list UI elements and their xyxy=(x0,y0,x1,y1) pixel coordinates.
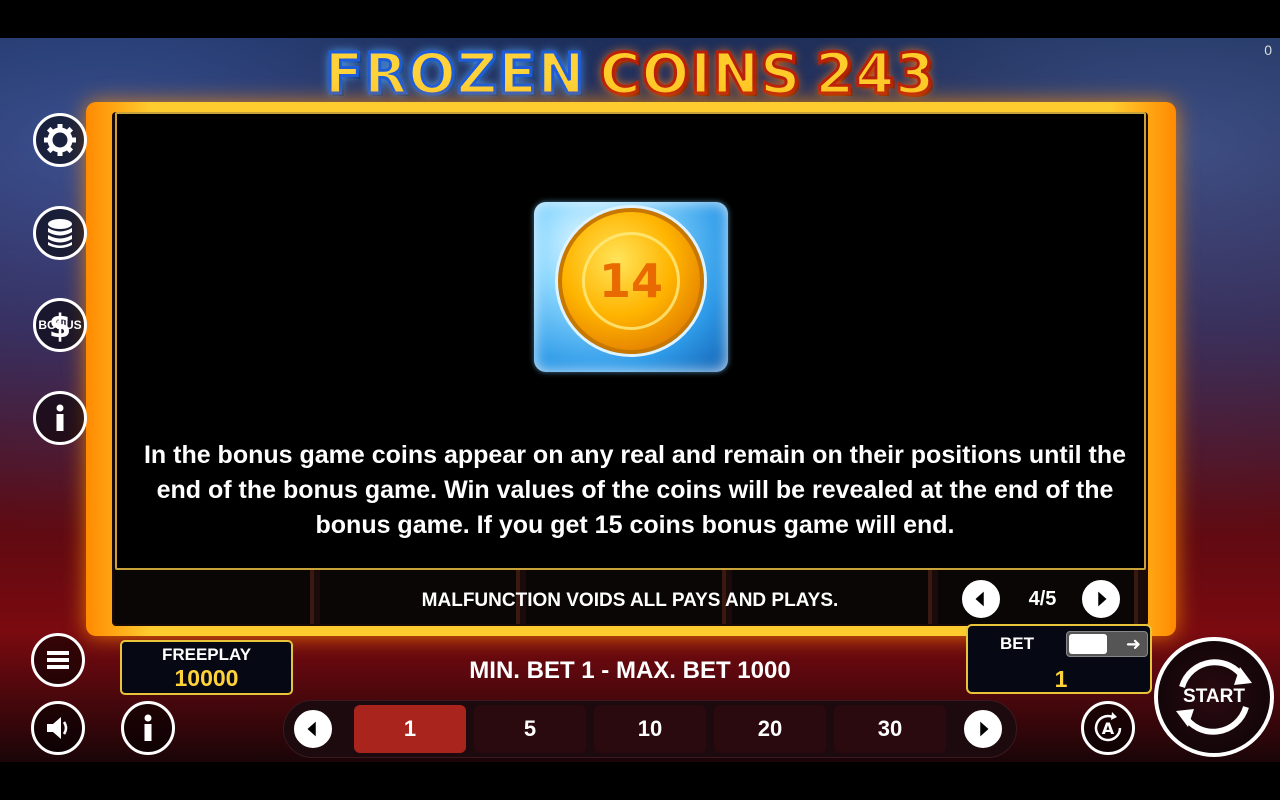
hamburger-menu-icon xyxy=(47,651,69,669)
coins-stack-icon xyxy=(48,219,72,248)
gear-icon xyxy=(44,124,76,156)
info-icon xyxy=(56,404,64,431)
sound-button[interactable] xyxy=(31,701,85,755)
freeplay-value: 10000 xyxy=(174,665,239,691)
svg-text:A: A xyxy=(1102,719,1115,738)
arrow-right-icon: ➜ xyxy=(1125,634,1141,654)
bonus-label: BONUS xyxy=(38,318,82,332)
start-button[interactable]: START xyxy=(1154,637,1274,757)
chevron-right-icon xyxy=(980,721,989,737)
info-description: In the bonus game coins appear on any re… xyxy=(143,441,1127,539)
bet-prev-button[interactable] xyxy=(294,710,332,748)
balance-box: FREEPLAY 10000 xyxy=(120,640,293,695)
bet-label: BET xyxy=(1000,634,1034,653)
bet-value: 1 xyxy=(1054,666,1068,692)
frozen-coin-symbol: 14 xyxy=(534,202,728,372)
coin-icon: 14 xyxy=(558,208,704,354)
page-indicator: 4/5 xyxy=(1028,588,1057,610)
bet-next-button[interactable] xyxy=(964,710,1002,748)
menu-button[interactable] xyxy=(31,633,85,687)
info-button[interactable] xyxy=(33,391,87,445)
bet-toggle[interactable]: ➜ xyxy=(1066,631,1148,657)
coins-button[interactable] xyxy=(33,206,87,260)
bet-option[interactable]: 10 xyxy=(594,705,706,753)
chevron-left-icon xyxy=(975,591,984,607)
logo-word-243: 243 xyxy=(814,40,936,108)
coin-number: 14 xyxy=(582,232,680,330)
info-icon xyxy=(144,714,152,741)
autoplay-button[interactable]: A xyxy=(1081,701,1135,755)
settings-button[interactable] xyxy=(33,113,87,167)
speaker-icon xyxy=(47,717,68,739)
toggle-knob xyxy=(1069,634,1107,654)
reel-column xyxy=(114,568,314,624)
start-label: START xyxy=(1183,686,1245,707)
autoplay-icon: A xyxy=(1094,712,1122,742)
game-logo: FROZEN COINS 243 xyxy=(300,40,960,108)
logo-word-coins: COINS xyxy=(598,40,802,108)
corner-counter: 0 xyxy=(1264,42,1272,58)
bonus-button[interactable]: $ BONUS xyxy=(33,298,87,352)
chevron-right-icon xyxy=(1098,591,1107,607)
prev-page-button[interactable] xyxy=(962,580,1000,618)
bet-box: BET ➜ 1 xyxy=(966,624,1152,694)
next-page-button[interactable] xyxy=(1082,580,1120,618)
bet-option[interactable]: 5 xyxy=(474,705,586,753)
bet-range-text: MIN. BET 1 - MAX. BET 1000 xyxy=(469,657,791,684)
paytable-info-button[interactable] xyxy=(121,701,175,755)
bet-option[interactable]: 1 xyxy=(354,705,466,753)
bet-option[interactable]: 20 xyxy=(714,705,826,753)
freeplay-label: FREEPLAY xyxy=(161,645,252,664)
malfunction-notice: MALFUNCTION VOIDS ALL PAYS AND PLAYS. xyxy=(421,590,839,611)
chevron-left-icon xyxy=(307,721,316,737)
logo-word-frozen: FROZEN xyxy=(323,40,586,108)
bet-option[interactable]: 30 xyxy=(834,705,946,753)
